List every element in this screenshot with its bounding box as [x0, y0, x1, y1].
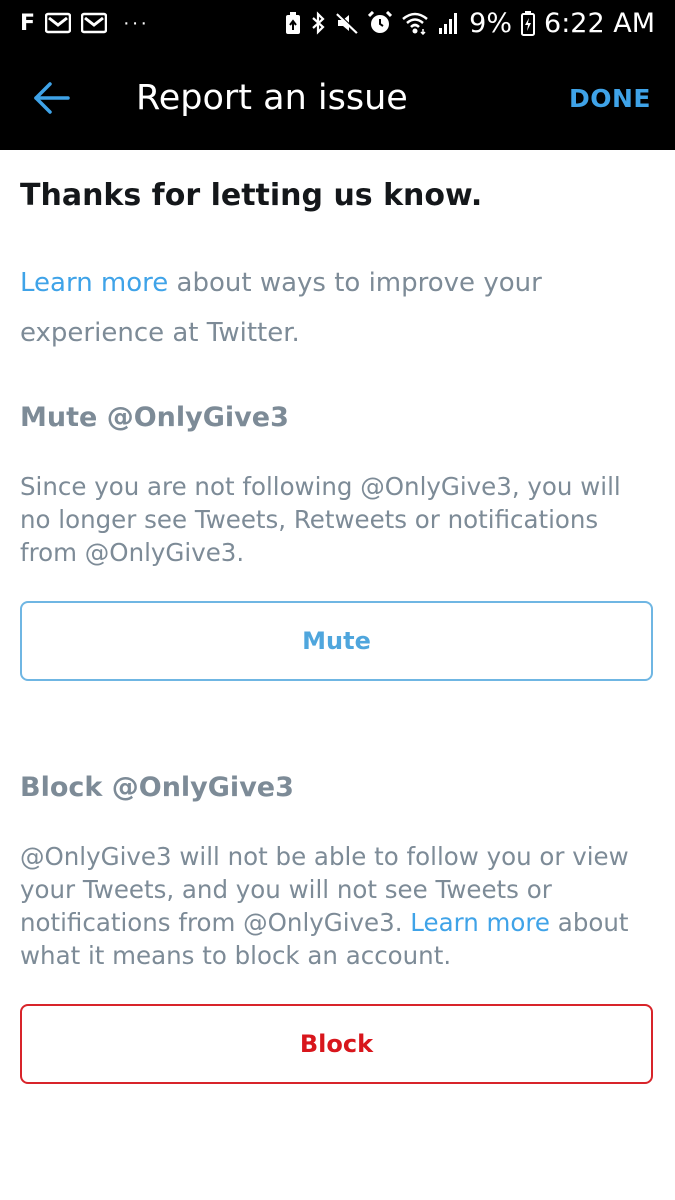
- block-description: @OnlyGive3 will not be able to follow yo…: [20, 840, 656, 972]
- mute-button[interactable]: Mute: [20, 601, 653, 681]
- signal-icon: [439, 13, 458, 34]
- page-title: Report an issue: [136, 78, 408, 118]
- wifi-icon: [402, 12, 428, 35]
- mute-section-title: Mute @OnlyGive3: [20, 402, 289, 433]
- app-bar: Report an issue DONE: [0, 48, 675, 150]
- block-button[interactable]: Block: [20, 1004, 653, 1084]
- more-notifications-icon: ···: [123, 11, 150, 34]
- status-bar-notifications: F ···: [20, 8, 149, 38]
- bluetooth-icon: [312, 11, 325, 35]
- arrow-left-icon: [34, 82, 70, 114]
- confirmation-heading: Thanks for letting us know.: [20, 178, 483, 213]
- facebook-notification-icon: F: [20, 10, 36, 36]
- gmail-icon: [45, 12, 72, 34]
- battery-saver-icon: [286, 12, 301, 34]
- status-bar: F ··· 9% 6:22 AM: [0, 0, 675, 48]
- mute-icon: [336, 12, 359, 34]
- block-section-title: Block @OnlyGive3: [20, 772, 294, 803]
- mute-description: Since you are not following @OnlyGive3, …: [20, 472, 621, 567]
- battery-percent: 9%: [469, 7, 513, 39]
- status-bar-system: 9% 6:22 AM: [285, 6, 655, 40]
- alarm-icon: [368, 11, 393, 33]
- block-learn-more-link[interactable]: Learn more: [410, 908, 550, 937]
- learn-more-link[interactable]: Learn more: [20, 268, 168, 298]
- clock: 6:22 AM: [544, 7, 655, 39]
- intro-text: Learn more about ways to improve your ex…: [20, 258, 640, 358]
- done-button[interactable]: DONE: [569, 84, 651, 113]
- back-button[interactable]: [30, 78, 74, 118]
- gmail-icon: [81, 12, 108, 34]
- battery-icon: [521, 11, 536, 36]
